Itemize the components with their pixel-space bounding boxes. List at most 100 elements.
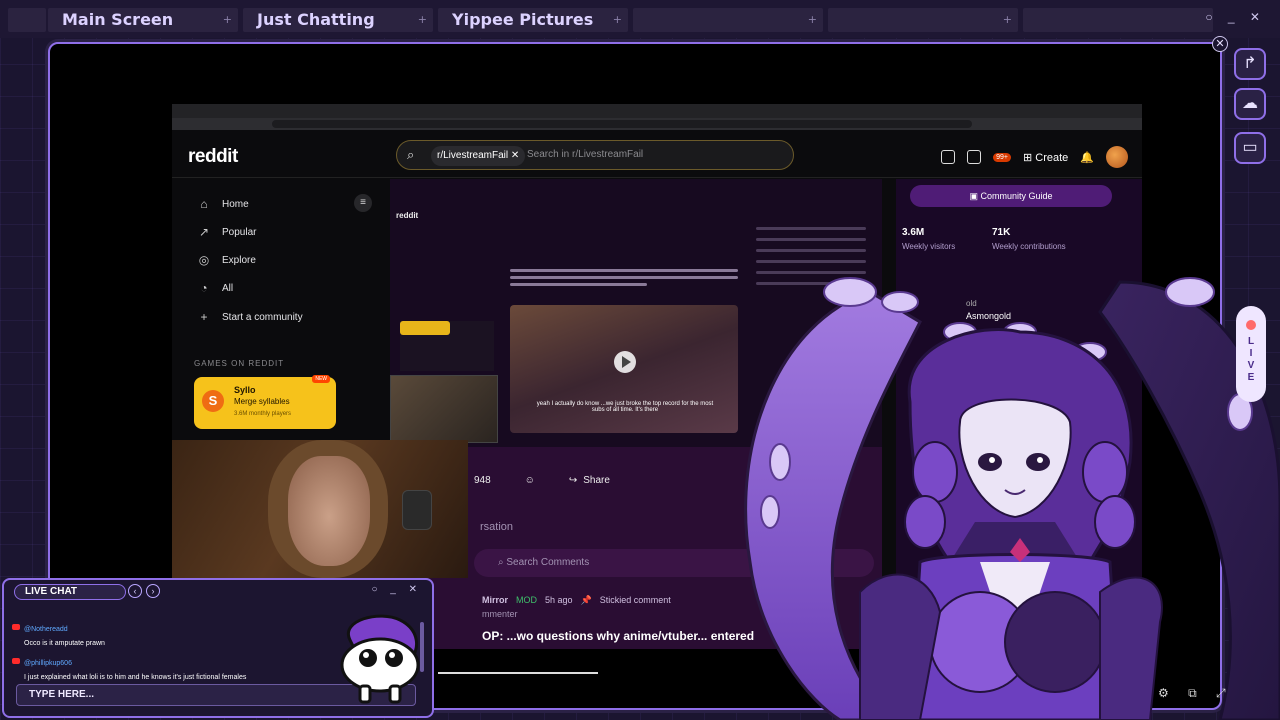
tab-empty-5[interactable]: + [828,8,1018,32]
notification-badge: 99+ [993,152,1011,162]
sidebar-item-label: Popular [222,226,257,238]
tab-empty-4[interactable]: + [633,8,823,32]
comment-author[interactable]: Mirror [482,595,508,606]
ads-icon[interactable] [941,150,956,164]
chevron-left-icon[interactable]: ‹ [128,584,142,598]
live-letter: I [1249,348,1253,359]
reddit-logo[interactable]: reddit [188,146,238,168]
nested-post-text [510,269,738,293]
sidebar-item-all[interactable]: ◔ All [198,281,233,295]
youtube-icon [12,623,20,630]
game-card-syllo[interactable]: S Syllo Merge syllables 3.6M monthly pla… [194,375,336,429]
tab-close-icon[interactable]: + [418,8,427,32]
live-letter: E [1247,372,1255,383]
guide-label: Community Guide [980,191,1053,201]
video-progress-bar[interactable] [438,672,598,674]
stat-weekly-visitors: 3.6M Weekly visitors [902,227,955,251]
game-subtitle: Merge syllables [234,397,290,406]
tab-just-chatting[interactable]: Just Chatting + [243,8,433,32]
reddit-header-actions: 99+ ⊞ Create 🔔 [941,146,1128,168]
youtube-icon [12,657,20,664]
chevron-right-icon[interactable]: › [146,584,160,598]
tab-close-icon[interactable]: + [808,8,817,32]
stat-weekly-contributions: 71K Weekly contributions [992,227,1066,251]
chat-text: I just explained what loli is to him and… [24,674,247,681]
tab-empty-6[interactable] [1023,8,1213,32]
microphone-icon [402,490,432,530]
explore-icon: ◎ [198,253,210,267]
create-button[interactable]: ⊞ Create [1023,151,1068,164]
share-label: Share [583,475,610,486]
game-title: Syllo [234,385,256,395]
window-controls[interactable]: ○ _ ✕ [1205,10,1266,24]
mod-badge: MOD [516,595,538,605]
tab-label: Yippee Pictures [452,10,594,29]
nested-reddit-logo: reddit [396,211,419,220]
bell-icon[interactable]: 🔔 [1080,151,1094,164]
nested-video-player[interactable] [510,305,738,433]
close-icon[interactable]: ✕ [1212,36,1228,52]
tab-close-icon[interactable]: + [613,8,622,32]
games-section-heading[interactable]: GAMES ON REDDIT [194,359,284,368]
tab-label: Main Screen [62,10,174,29]
chat-window-controls[interactable]: ○ _ ✕ [371,584,422,595]
video-caption: yeah I actually do know ...we just broke… [536,401,714,413]
webcam-face [288,456,370,566]
create-label: Create [1035,151,1069,164]
live-indicator: L I V E [1236,306,1266,402]
sidebar-item-label: Home [222,198,249,210]
play-icon[interactable] [614,351,636,373]
all-icon: ◔ [200,281,208,295]
sticky-label: Stickied comment [599,595,671,605]
tab-yippee-pictures[interactable]: Yippee Pictures + [438,8,628,32]
stat-label: Weekly contributions [992,242,1066,251]
chat-title: LIVE CHAT [14,584,126,600]
share-arrow-icon[interactable]: ↱ [1234,48,1266,80]
game-new-badge: NEW [312,375,330,383]
sidebar-item-label: All [222,282,234,294]
pin-icon: 📌 [580,595,592,605]
chat-username[interactable]: @phillipkup606 [24,660,72,667]
nested-webcam [390,375,498,443]
nested-thumbnail [400,321,494,371]
tab-label: Just Chatting [257,10,375,29]
sidebar-item-explore[interactable]: ◎ Explore [198,253,256,267]
commenter-label: mmenter [482,609,518,619]
scene-tab-bar: Main Screen + Just Chatting + Yippee Pic… [0,0,1280,38]
live-dot-icon [1246,320,1256,330]
sticker-icon[interactable]: ☁ [1234,88,1266,120]
subreddit-chip[interactable]: r/LivestreamFail ✕ [431,146,526,166]
player-controls[interactable]: ⚙ ⧉ ⤢ [1158,686,1234,701]
avatar[interactable] [1106,146,1128,168]
tab-leading-stub [8,8,46,32]
popular-icon: ↗ [198,225,210,239]
bookmark-icon[interactable]: ▭ [1234,132,1266,164]
sidebar-item-label: Explore [222,254,256,266]
comment-time: 5h ago [545,595,573,605]
home-icon: ⌂ [200,197,208,211]
browser-tab-strip [172,104,1142,118]
chat-username[interactable]: @Nothereadd [24,626,68,633]
stat-number: 71K [992,227,1011,238]
sidebar-item-start-community[interactable]: + Start a community [198,310,302,324]
community-guide-button[interactable]: ▣ Community Guide [910,185,1112,207]
vtuber-avatar [744,277,1280,720]
syllo-logo-icon: S [202,390,224,412]
game-players: 3.6M monthly players [234,411,292,417]
upvote-number: 948 [473,475,491,486]
tab-close-icon[interactable]: + [223,8,232,32]
award-icon[interactable]: ☺ [525,475,535,486]
conversation-label: rsation [480,521,514,533]
sidebar-menu-button[interactable]: ≡ [354,194,372,212]
search-icon: ⌕ [407,147,415,162]
tab-close-icon[interactable]: + [1003,8,1012,32]
plus-icon: + [200,310,208,324]
chat-icon[interactable] [967,150,982,164]
share-button[interactable]: ↪ Share [569,475,610,486]
search-comments-placeholder: Search Comments [506,557,590,568]
tab-main-screen[interactable]: Main Screen + [48,8,238,32]
sidebar-item-home[interactable]: ⌂ Home [198,197,249,211]
sidebar-item-popular[interactable]: ↗ Popular [198,225,257,239]
streamer-webcam [172,440,468,578]
reddit-search-bar[interactable]: ⌕ r/LivestreamFail ✕ Search in r/Livestr… [396,140,794,170]
